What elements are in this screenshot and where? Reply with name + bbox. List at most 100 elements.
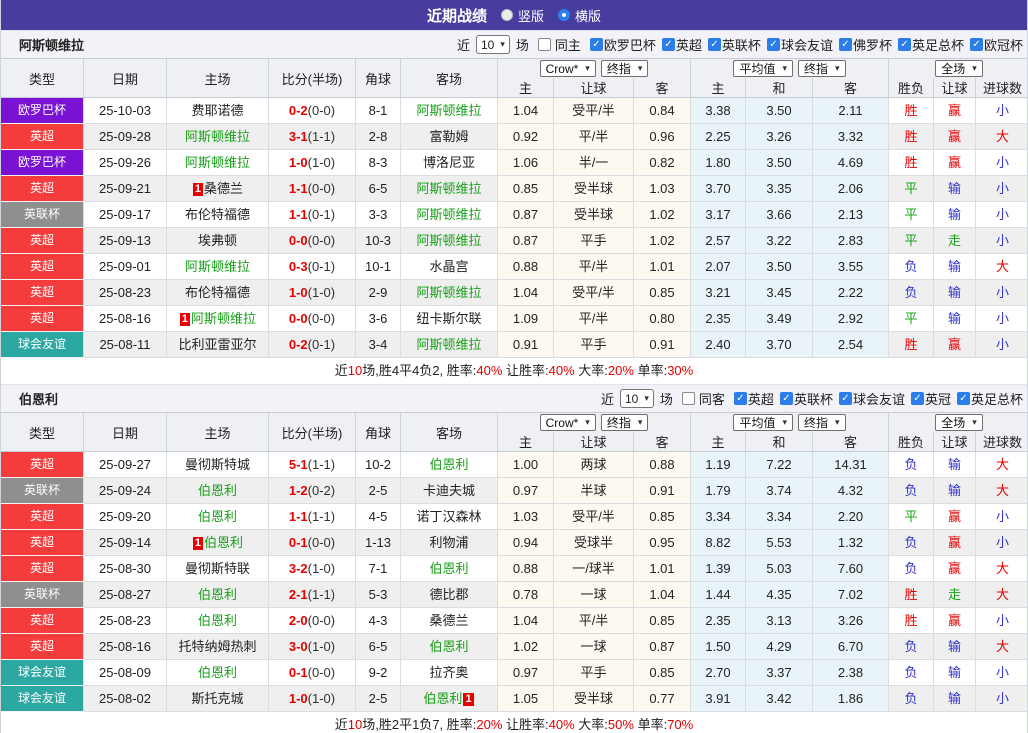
away-team[interactable]: 阿斯顿维拉 xyxy=(401,176,498,202)
home-team-name[interactable]: 伯恩利 xyxy=(198,613,237,628)
league-checkbox[interactable]: ✓ xyxy=(590,38,603,51)
away-team[interactable]: 阿斯顿维拉 xyxy=(401,228,498,254)
away-team[interactable]: 德比郡 xyxy=(401,582,498,608)
home-team[interactable]: 布伦特福德 xyxy=(167,202,269,228)
away-team-name[interactable]: 阿斯顿维拉 xyxy=(416,285,481,300)
home-team[interactable]: 阿斯顿维拉 xyxy=(167,150,269,176)
league-checkbox[interactable]: ✓ xyxy=(911,392,924,405)
home-team[interactable]: 布伦特福德 xyxy=(167,280,269,306)
home-team-name[interactable]: 斯托克城 xyxy=(191,691,243,706)
home-team[interactable]: 伯恩利 xyxy=(167,660,269,686)
home-team[interactable]: 伯恩利 xyxy=(167,608,269,634)
home-team-name[interactable]: 伯恩利 xyxy=(198,587,237,602)
away-team-name[interactable]: 伯恩利 xyxy=(423,691,462,706)
home-team[interactable]: 1伯恩利 xyxy=(167,530,269,556)
away-team[interactable]: 利物浦 xyxy=(401,530,498,556)
away-team[interactable]: 阿斯顿维拉 xyxy=(401,98,498,124)
radio-horizontal-icon[interactable] xyxy=(558,9,570,21)
away-team[interactable]: 纽卡斯尔联 xyxy=(401,306,498,332)
radio-horizontal-layout[interactable]: 横版 xyxy=(558,6,601,25)
home-team[interactable]: 阿斯顿维拉 xyxy=(167,124,269,150)
radio-vertical-icon[interactable] xyxy=(501,9,513,21)
league-checkbox[interactable]: ✓ xyxy=(970,38,983,51)
final-odds-select-2[interactable]: 终指▾ xyxy=(798,60,846,77)
away-team-name[interactable]: 博洛尼亚 xyxy=(423,155,475,170)
fulltime-select[interactable]: 全场▾ xyxy=(935,60,983,77)
match-count-select[interactable]: 10 ▾ xyxy=(620,389,654,408)
bookmaker-select[interactable]: Crow*▾ xyxy=(540,414,596,431)
home-team-name[interactable]: 埃弗顿 xyxy=(198,233,237,248)
home-team-name[interactable]: 费耶诺德 xyxy=(191,103,243,118)
away-team-name[interactable]: 德比郡 xyxy=(429,587,468,602)
bookmaker-select[interactable]: Crow*▾ xyxy=(540,60,596,77)
away-team[interactable]: 桑德兰 xyxy=(401,608,498,634)
match-count-select[interactable]: 10 ▾ xyxy=(476,35,510,54)
away-team-name[interactable]: 富勒姆 xyxy=(429,129,468,144)
away-team-name[interactable]: 诺丁汉森林 xyxy=(416,509,481,524)
away-team-name[interactable]: 阿斯顿维拉 xyxy=(416,103,481,118)
home-team-name[interactable]: 托特纳姆热刺 xyxy=(178,639,256,654)
radio-vertical-layout[interactable]: 竖版 xyxy=(501,6,544,25)
away-team-name[interactable]: 桑德兰 xyxy=(429,613,468,628)
away-team-name[interactable]: 阿斯顿维拉 xyxy=(416,207,481,222)
home-team-name[interactable]: 曼彻斯特城 xyxy=(185,457,250,472)
away-team-name[interactable]: 纽卡斯尔联 xyxy=(416,311,481,326)
home-team[interactable]: 比利亚雷亚尔 xyxy=(167,332,269,358)
average-select[interactable]: 平均值▾ xyxy=(733,60,793,77)
away-team-name[interactable]: 阿斯顿维拉 xyxy=(416,337,481,352)
fulltime-select[interactable]: 全场▾ xyxy=(935,414,983,431)
home-team-name[interactable]: 桑德兰 xyxy=(204,181,243,196)
home-team-name[interactable]: 阿斯顿维拉 xyxy=(191,311,256,326)
away-team-name[interactable]: 伯恩利 xyxy=(429,639,468,654)
away-team[interactable]: 阿斯顿维拉 xyxy=(401,202,498,228)
league-checkbox[interactable]: ✓ xyxy=(708,38,721,51)
home-team-name[interactable]: 伯恩利 xyxy=(198,483,237,498)
home-team[interactable]: 伯恩利 xyxy=(167,478,269,504)
home-team-name[interactable]: 比利亚雷亚尔 xyxy=(178,337,256,352)
away-team-name[interactable]: 伯恩利 xyxy=(429,561,468,576)
home-team-name[interactable]: 伯恩利 xyxy=(198,509,237,524)
away-team-name[interactable]: 阿斯顿维拉 xyxy=(416,181,481,196)
away-team[interactable]: 卡迪夫城 xyxy=(401,478,498,504)
away-team[interactable]: 拉齐奥 xyxy=(401,660,498,686)
home-team[interactable]: 埃弗顿 xyxy=(167,228,269,254)
home-team-name[interactable]: 阿斯顿维拉 xyxy=(185,155,250,170)
away-team[interactable]: 诺丁汉森林 xyxy=(401,504,498,530)
away-team[interactable]: 伯恩利 xyxy=(401,556,498,582)
away-team[interactable]: 水晶宫 xyxy=(401,254,498,280)
away-team[interactable]: 阿斯顿维拉 xyxy=(401,332,498,358)
home-team-name[interactable]: 阿斯顿维拉 xyxy=(185,259,250,274)
same-home-checkbox[interactable] xyxy=(538,38,551,51)
home-team[interactable]: 1阿斯顿维拉 xyxy=(167,306,269,332)
away-team[interactable]: 博洛尼亚 xyxy=(401,150,498,176)
league-checkbox[interactable]: ✓ xyxy=(898,38,911,51)
home-team-name[interactable]: 阿斯顿维拉 xyxy=(185,129,250,144)
final-odds-select[interactable]: 终指▾ xyxy=(601,60,649,77)
home-team[interactable]: 斯托克城 xyxy=(167,686,269,712)
home-team-name[interactable]: 伯恩利 xyxy=(204,535,243,550)
home-team[interactable]: 曼彻斯特联 xyxy=(167,556,269,582)
away-team-name[interactable]: 阿斯顿维拉 xyxy=(416,233,481,248)
home-team-name[interactable]: 曼彻斯特联 xyxy=(185,561,250,576)
same-away-checkbox[interactable] xyxy=(682,392,695,405)
final-odds-select[interactable]: 终指▾ xyxy=(601,414,649,431)
away-team[interactable]: 伯恩利 xyxy=(401,452,498,478)
league-checkbox[interactable]: ✓ xyxy=(839,38,852,51)
home-team[interactable]: 阿斯顿维拉 xyxy=(167,254,269,280)
league-checkbox[interactable]: ✓ xyxy=(957,392,970,405)
league-checkbox[interactable]: ✓ xyxy=(734,392,747,405)
home-team[interactable]: 伯恩利 xyxy=(167,582,269,608)
league-checkbox[interactable]: ✓ xyxy=(767,38,780,51)
home-team-name[interactable]: 布伦特福德 xyxy=(185,207,250,222)
league-checkbox[interactable]: ✓ xyxy=(662,38,675,51)
home-team[interactable]: 曼彻斯特城 xyxy=(167,452,269,478)
home-team[interactable]: 费耶诺德 xyxy=(167,98,269,124)
away-team-name[interactable]: 利物浦 xyxy=(429,535,468,550)
league-checkbox[interactable]: ✓ xyxy=(780,392,793,405)
home-team-name[interactable]: 布伦特福德 xyxy=(185,285,250,300)
average-select[interactable]: 平均值▾ xyxy=(733,414,793,431)
home-team[interactable]: 伯恩利 xyxy=(167,504,269,530)
away-team-name[interactable]: 拉齐奥 xyxy=(429,665,468,680)
away-team[interactable]: 富勒姆 xyxy=(401,124,498,150)
away-team[interactable]: 伯恩利 xyxy=(401,634,498,660)
